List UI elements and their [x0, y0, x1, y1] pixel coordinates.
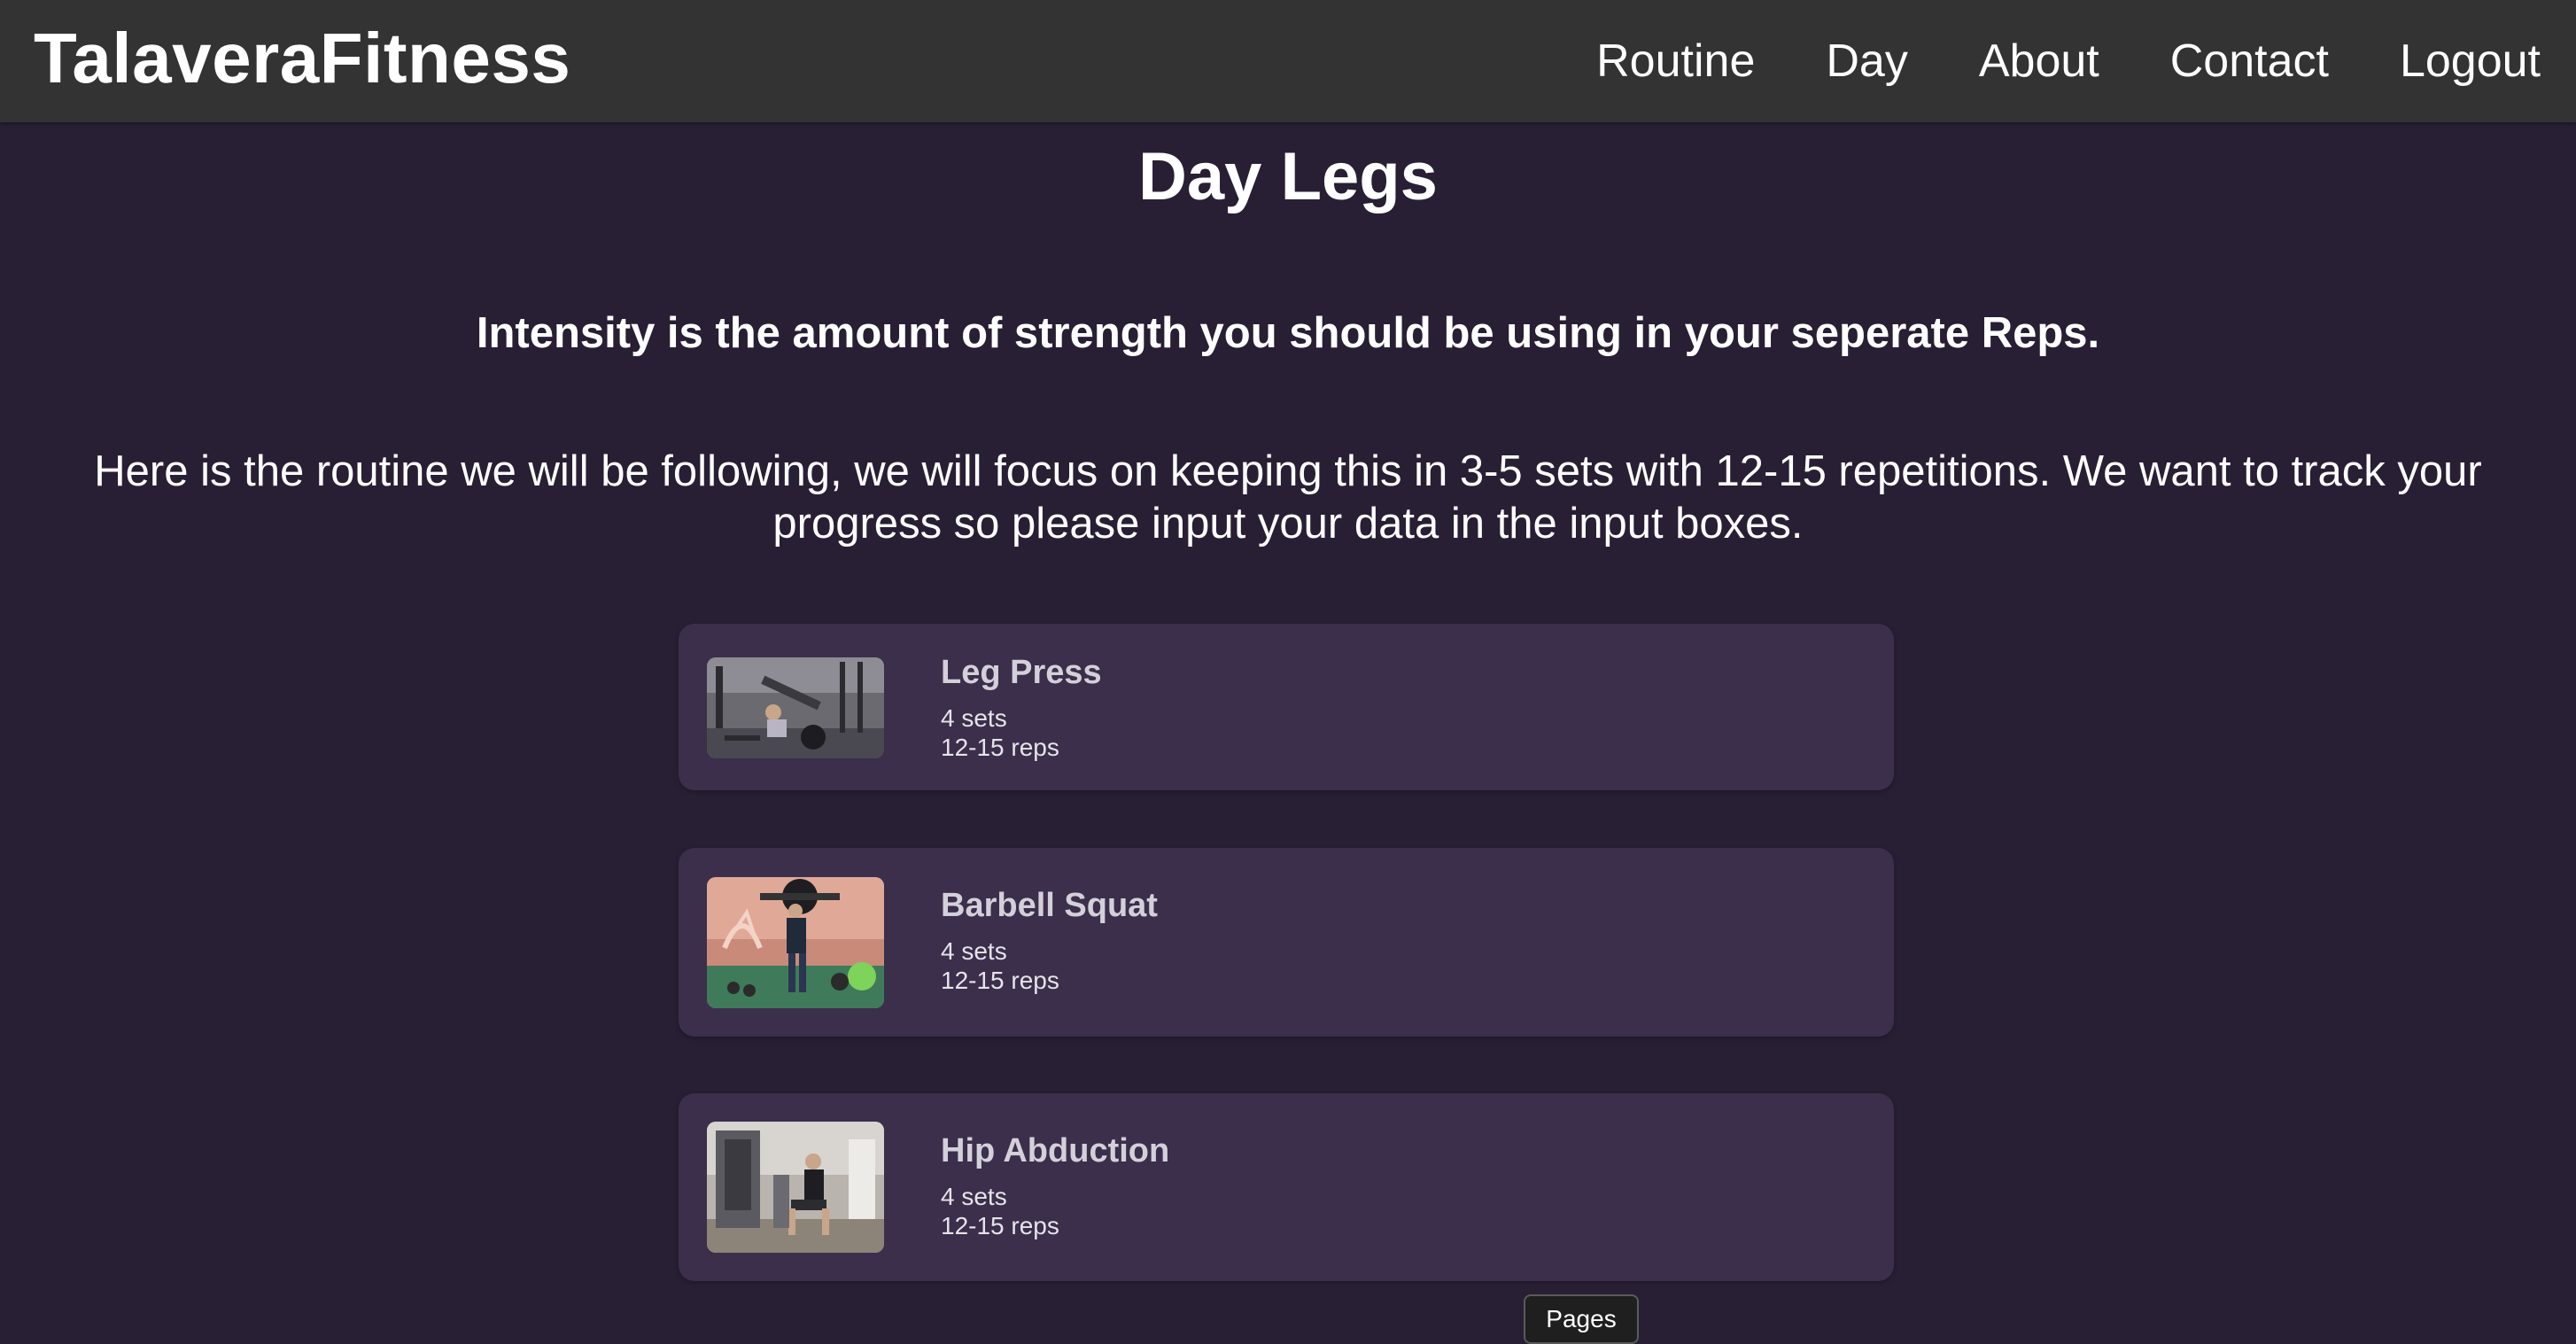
exercise-thumbnail-leg-press — [707, 657, 884, 758]
exercise-info: Hip Abduction 4 sets 12-15 reps — [941, 1129, 1169, 1240]
exercise-name: Leg Press — [941, 654, 1102, 691]
exercise-card-barbell-squat[interactable]: Barbell Squat 4 sets 12-15 reps — [679, 848, 1894, 1037]
nav-links: Routine Day About Contact Logout — [1525, 0, 2541, 122]
nav-link-contact[interactable]: Contact — [2170, 35, 2329, 88]
exercise-reps: 12-15 reps — [941, 1212, 1059, 1239]
intensity-note: Intensity is the amount of strength you … — [476, 309, 2100, 357]
exercise-thumbnail-hip-abduction — [707, 1122, 884, 1253]
routine-description: Here is the routine we will be following… — [94, 447, 2482, 548]
exercise-card-leg-press[interactable]: Leg Press 4 sets 12-15 reps — [679, 624, 1894, 790]
nav-link-routine[interactable]: Routine — [1596, 35, 1755, 88]
exercise-sets: 4 sets — [941, 1183, 1007, 1210]
exercise-reps: 12-15 reps — [941, 734, 1059, 761]
exercise-info: Leg Press 4 sets 12-15 reps — [941, 650, 1102, 762]
exercise-card-hip-abduction[interactable]: Hip Abduction 4 sets 12-15 reps — [679, 1093, 1894, 1281]
exercise-sets: 4 sets — [941, 937, 1007, 965]
page-title: Day Legs — [1138, 139, 1438, 214]
nav-link-logout[interactable]: Logout — [2400, 35, 2541, 88]
navbar: TalaveraFitness Routine Day About Contac… — [0, 0, 2576, 122]
exercise-name: Barbell Squat — [941, 887, 1158, 924]
exercise-sets: 4 sets — [941, 704, 1007, 732]
nav-link-about[interactable]: About — [1979, 35, 2099, 88]
brand-logo-text[interactable]: TalaveraFitness — [34, 14, 570, 103]
exercise-info: Barbell Squat 4 sets 12-15 reps — [941, 883, 1158, 995]
exercise-thumbnail-barbell-squat — [707, 877, 884, 1008]
pages-button[interactable]: Pages — [1524, 1294, 1639, 1344]
exercise-name: Hip Abduction — [941, 1132, 1170, 1169]
nav-link-day[interactable]: Day — [1826, 35, 1907, 88]
exercise-reps: 12-15 reps — [941, 967, 1059, 994]
